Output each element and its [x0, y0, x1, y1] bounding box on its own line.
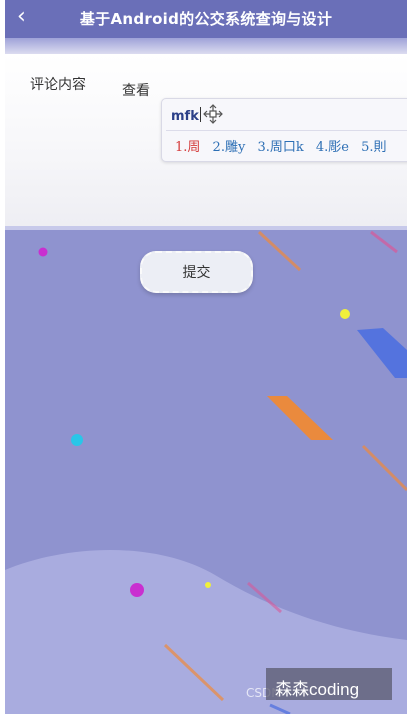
submit-button[interactable]: 提交 [140, 251, 253, 293]
background-decoration [5, 230, 407, 714]
app-screen: ‹ 基于Android的公交系统查询与设计 评论内容 查看 mfk 1.周 2.… [5, 0, 407, 714]
author-watermark: 森森coding [275, 680, 360, 699]
